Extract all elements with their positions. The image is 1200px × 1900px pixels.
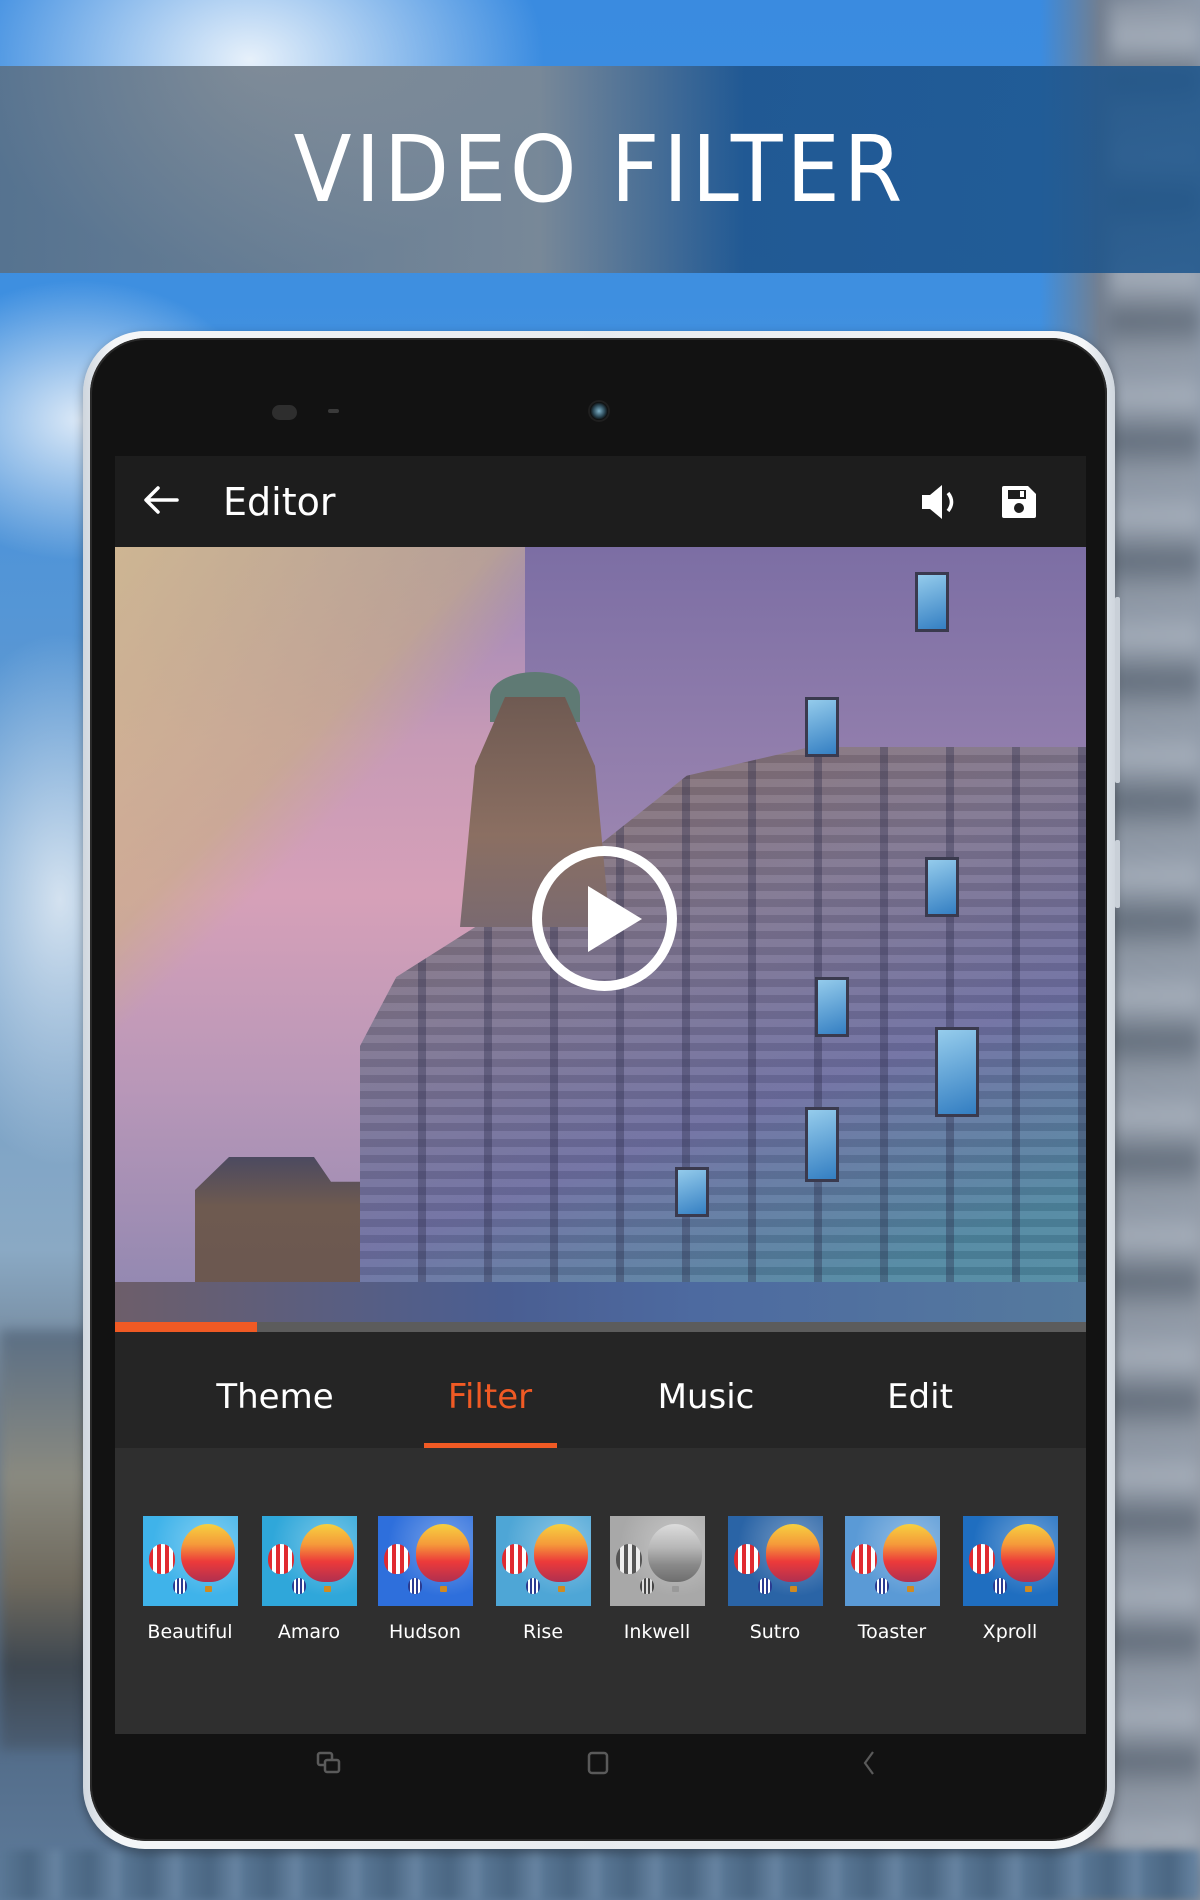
video-window bbox=[925, 857, 959, 917]
filter-item-rise[interactable]: Rise bbox=[488, 1516, 598, 1646]
filter-thumbnail bbox=[143, 1516, 238, 1606]
power-side-button bbox=[1115, 840, 1120, 908]
volume-button[interactable] bbox=[917, 482, 961, 526]
toolbar-title: Editor bbox=[223, 480, 336, 524]
tab-music[interactable]: Music bbox=[606, 1332, 806, 1448]
volume-icon bbox=[920, 484, 958, 524]
proximity-sensor bbox=[272, 405, 297, 420]
video-ground bbox=[115, 1282, 1086, 1322]
tab-edit[interactable]: Edit bbox=[820, 1332, 1020, 1448]
video-window bbox=[915, 572, 949, 632]
home-button[interactable] bbox=[578, 1745, 618, 1785]
tab-filter[interactable]: Filter bbox=[390, 1332, 590, 1448]
light-sensor bbox=[328, 409, 339, 413]
filter-item-amaro[interactable]: Amaro bbox=[254, 1516, 364, 1646]
video-window bbox=[805, 1107, 839, 1182]
filter-item-inkwell[interactable]: Inkwell bbox=[602, 1516, 712, 1646]
video-progress-fill bbox=[115, 1322, 257, 1332]
volume-side-button bbox=[1115, 597, 1120, 783]
recent-apps-icon bbox=[316, 1751, 342, 1779]
title-banner: VIDEO FILTER bbox=[0, 66, 1200, 273]
filter-label: Beautiful bbox=[147, 1621, 233, 1643]
filter-thumbnail bbox=[963, 1516, 1058, 1606]
background-street bbox=[0, 1850, 1200, 1900]
play-button[interactable] bbox=[532, 846, 677, 991]
filter-label: Sutro bbox=[749, 1621, 801, 1643]
video-progress-bar[interactable] bbox=[115, 1322, 1086, 1332]
filter-item-hudson[interactable]: Hudson bbox=[370, 1516, 480, 1646]
filter-thumbnail bbox=[610, 1516, 705, 1606]
play-icon bbox=[588, 886, 642, 952]
filter-item-toaster[interactable]: Toaster bbox=[837, 1516, 947, 1646]
recent-apps-button[interactable] bbox=[309, 1745, 349, 1785]
tab-theme[interactable]: Theme bbox=[175, 1332, 375, 1448]
background-building-left bbox=[0, 1330, 90, 1750]
nav-back-icon bbox=[862, 1750, 876, 1780]
filter-thumbnail bbox=[728, 1516, 823, 1606]
filter-thumbnail bbox=[496, 1516, 591, 1606]
video-window bbox=[815, 977, 849, 1037]
filter-label: Hudson bbox=[389, 1621, 461, 1643]
save-button[interactable] bbox=[997, 482, 1041, 526]
filter-label: Amaro bbox=[277, 1621, 341, 1643]
filter-thumbnail bbox=[262, 1516, 357, 1606]
filter-label: Toaster bbox=[857, 1621, 927, 1643]
video-window bbox=[935, 1027, 979, 1117]
filter-item-sutro[interactable]: Sutro bbox=[720, 1516, 830, 1646]
filter-thumbnail bbox=[845, 1516, 940, 1606]
arrow-left-icon bbox=[143, 485, 179, 519]
filter-list: Beautiful Amaro Hudson Rise Inkwell Sutr… bbox=[115, 1448, 1086, 1734]
filter-label: Xproll bbox=[982, 1621, 1038, 1643]
toolbar: Editor bbox=[115, 456, 1086, 547]
home-icon bbox=[587, 1751, 609, 1779]
editor-tabs: Theme Filter Music Edit bbox=[115, 1332, 1086, 1449]
banner-title: VIDEO FILTER bbox=[293, 116, 907, 223]
filter-label: Inkwell bbox=[623, 1621, 691, 1643]
video-window bbox=[675, 1167, 709, 1217]
filter-label: Rise bbox=[522, 1621, 564, 1643]
video-window bbox=[805, 697, 839, 757]
background-building-right bbox=[1110, 0, 1200, 1900]
front-camera-icon bbox=[590, 402, 608, 420]
floppy-disk-icon bbox=[1001, 485, 1037, 523]
filter-thumbnail bbox=[378, 1516, 473, 1606]
app-screen: Editor Theme Filter Music Edit Beautiful… bbox=[115, 456, 1086, 1734]
filter-item-xproll[interactable]: Xproll bbox=[955, 1516, 1065, 1646]
filter-item-beautiful[interactable]: Beautiful bbox=[135, 1516, 245, 1646]
back-button[interactable] bbox=[139, 480, 183, 524]
nav-back-button[interactable] bbox=[849, 1745, 889, 1785]
video-preview[interactable] bbox=[115, 547, 1086, 1322]
